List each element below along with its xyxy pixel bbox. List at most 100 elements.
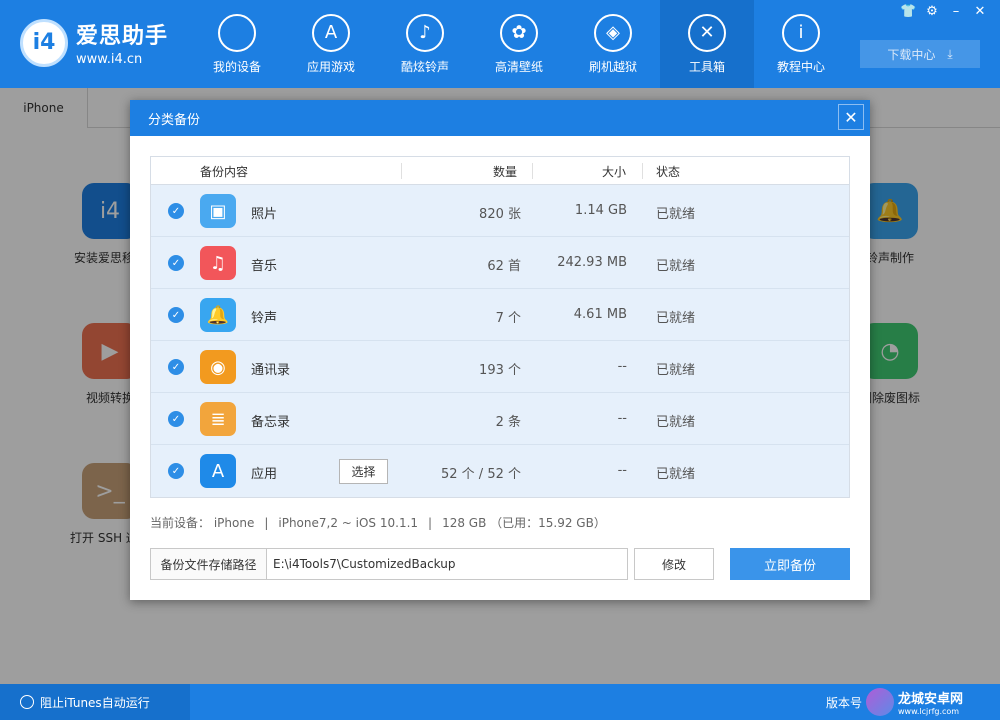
window-controls: 👕 ⚙ – ✕ xyxy=(900,4,988,19)
row-status: 已就绪 xyxy=(656,363,696,378)
checkbox-checked-icon[interactable]: ✓ xyxy=(168,411,184,427)
backup-path-row: 备份文件存储路径 修改 立即备份 xyxy=(150,548,850,580)
nav-tutorials[interactable]: i 教程中心 xyxy=(754,0,848,88)
settings-icon[interactable]: ⚙ xyxy=(924,4,940,19)
top-bar: i4 爱思助手 www.i4.cn 我的设备 A 应用游戏 ♪ 酷炫铃声 ✿ 高清壁纸 ◈ 刷机… xyxy=(0,0,1000,88)
nav-label: 刷机越狱 xyxy=(588,59,637,74)
nav-label: 我的设备 xyxy=(212,59,261,74)
bell-icon: 🔔 xyxy=(200,298,236,332)
header-divider xyxy=(401,163,402,179)
row-name: 照片 xyxy=(251,207,278,222)
row-count: 2 条 xyxy=(495,415,521,430)
nav-apps-games[interactable]: A 应用游戏 xyxy=(284,0,378,88)
close-window-icon[interactable]: ✕ xyxy=(972,4,988,19)
header-count: 数量 xyxy=(493,165,518,179)
backup-table: 备份内容 数量 大小 状态 ✓ ▣ 照片 820 张 1.14 GB 已就绪 ✓ ♫ 音乐 62 … xyxy=(150,156,850,498)
nav-flash-jailbreak[interactable]: ◈ 刷机越狱 xyxy=(566,0,660,88)
block-itunes-label: 阻止iTunes自动运行 xyxy=(40,695,150,710)
flower-icon: ✿ xyxy=(500,13,538,52)
row-count: 820 张 xyxy=(479,207,521,222)
watermark-url: www.lcjrfg.com xyxy=(898,707,960,716)
table-row[interactable]: ✓ ≣ 备忘录 2 条 -- 已就绪 xyxy=(151,393,849,445)
notes-icon: ≣ xyxy=(200,402,236,436)
watermark-title: 龙城安卓网 xyxy=(898,692,964,707)
device-info: 当前设备： iPhone | iPhone7,2 ~ iOS 10.1.1 | 128 … xyxy=(150,516,606,530)
box-icon: ◈ xyxy=(594,13,632,52)
checkbox-checked-icon[interactable]: ✓ xyxy=(168,359,184,375)
minimize-icon[interactable]: – xyxy=(948,4,964,19)
table-row[interactable]: ✓ 🔔 铃声 7 个 4.61 MB 已就绪 xyxy=(151,289,849,341)
nav-wallpapers[interactable]: ✿ 高清壁纸 xyxy=(472,0,566,88)
app-title: 爱思助手 xyxy=(76,24,169,49)
download-icon: ⤓ xyxy=(947,46,953,61)
watermark-logo-icon xyxy=(866,688,894,716)
row-status: 已就绪 xyxy=(656,467,696,482)
row-name: 通讯录 xyxy=(251,363,291,378)
skin-icon[interactable]: 👕 xyxy=(900,4,916,19)
row-size: -- xyxy=(617,411,627,426)
backup-path-label: 备份文件存储路径 xyxy=(150,548,267,580)
header-status: 状态 xyxy=(656,165,681,179)
select-apps-button[interactable]: 选择 xyxy=(339,459,388,484)
row-count: 52 个 / 52 个 xyxy=(441,467,521,482)
device-storage: 128 GB （已用：15.92 GB） xyxy=(442,516,606,530)
nav-my-device[interactable]: 我的设备 xyxy=(190,0,284,88)
download-center-label: 下载中心 xyxy=(887,47,936,62)
dialog-title: 分类备份 xyxy=(148,112,201,128)
nav-label: 应用游戏 xyxy=(306,59,355,74)
dialog-header: 分类备份 ✕ xyxy=(130,100,870,136)
checkbox-checked-icon[interactable]: ✓ xyxy=(168,255,184,271)
row-size: -- xyxy=(617,359,627,374)
watermark: 龙城安卓网 www.lcjrfg.com xyxy=(866,684,996,720)
row-size: 242.93 MB xyxy=(557,255,627,270)
header-content: 备份内容 xyxy=(200,165,249,179)
music-icon: ♫ xyxy=(200,246,236,280)
download-center-button[interactable]: 下载中心 ⤓ xyxy=(860,40,980,68)
apple-icon xyxy=(218,13,256,52)
header-divider xyxy=(642,163,643,179)
modify-button[interactable]: 修改 xyxy=(634,548,714,580)
row-count: 7 个 xyxy=(495,311,521,326)
close-icon[interactable]: ✕ xyxy=(838,104,864,130)
app-store-icon: A xyxy=(312,13,350,52)
row-status: 已就绪 xyxy=(656,415,696,430)
table-row[interactable]: ✓ ▣ 照片 820 张 1.14 GB 已就绪 xyxy=(151,185,849,237)
photos-icon: ▣ xyxy=(200,194,236,228)
nav-label: 高清壁纸 xyxy=(494,59,543,74)
table-row[interactable]: ✓ A 应用 选择 52 个 / 52 个 -- 已就绪 xyxy=(151,445,849,497)
row-name: 铃声 xyxy=(251,311,278,326)
row-status: 已就绪 xyxy=(656,207,696,222)
row-size: 1.14 GB xyxy=(574,203,627,218)
row-status: 已就绪 xyxy=(656,259,696,274)
checkbox-checked-icon[interactable]: ✓ xyxy=(168,463,184,479)
row-name: 应用 xyxy=(251,467,278,482)
status-bar: 阻止iTunes自动运行 版本号 xyxy=(0,684,1000,720)
app-store-icon: A xyxy=(200,454,236,488)
i4-logo-icon: i4 xyxy=(20,18,68,67)
table-row[interactable]: ✓ ◉ 通讯录 193 个 -- 已就绪 xyxy=(151,341,849,393)
block-itunes-toggle[interactable]: 阻止iTunes自动运行 xyxy=(0,684,190,720)
tools-icon: ✕ xyxy=(688,13,726,52)
version-label: 版本号 xyxy=(826,696,863,710)
checkbox-checked-icon[interactable]: ✓ xyxy=(168,203,184,219)
header-divider xyxy=(532,163,533,179)
info-icon: i xyxy=(782,13,820,52)
app-url: www.i4.cn xyxy=(76,52,143,67)
nav-ringtones[interactable]: ♪ 酷炫铃声 xyxy=(378,0,472,88)
row-status: 已就绪 xyxy=(656,311,696,326)
category-backup-dialog: 分类备份 ✕ 备份内容 数量 大小 状态 ✓ ▣ 照片 820 张 1.14 GB 已就绪… xyxy=(130,100,870,600)
radio-icon xyxy=(20,695,34,709)
backup-now-button[interactable]: 立即备份 xyxy=(730,548,850,580)
nav-label: 工具箱 xyxy=(688,59,725,74)
checkbox-checked-icon[interactable]: ✓ xyxy=(168,307,184,323)
row-size: -- xyxy=(617,463,627,478)
contacts-icon: ◉ xyxy=(200,350,236,384)
nav-toolbox[interactable]: ✕ 工具箱 xyxy=(660,0,754,88)
row-name: 音乐 xyxy=(251,259,278,274)
table-row[interactable]: ✓ ♫ 音乐 62 首 242.93 MB 已就绪 xyxy=(151,237,849,289)
app-logo: i4 爱思助手 www.i4.cn xyxy=(20,18,168,67)
row-count: 193 个 xyxy=(479,363,521,378)
current-device: 当前设备： iPhone xyxy=(150,516,255,530)
backup-path-input[interactable] xyxy=(267,548,628,580)
device-model: iPhone7,2 ~ iOS 10.1.1 xyxy=(278,516,419,530)
